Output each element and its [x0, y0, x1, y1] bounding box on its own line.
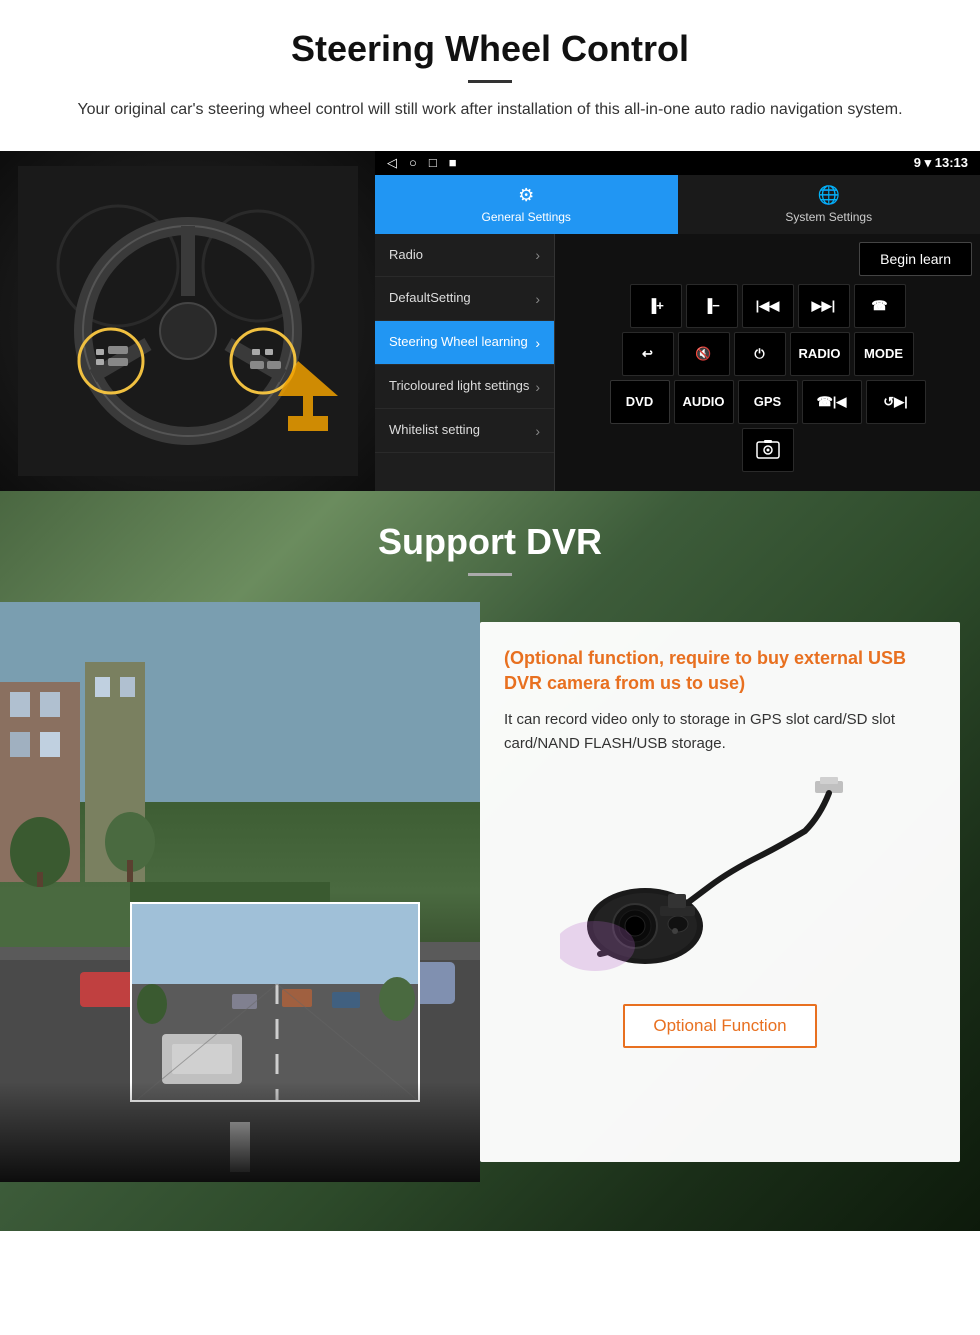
- menu-steering-label: Steering Wheel learning: [389, 334, 528, 351]
- dvr-left-photo: [0, 602, 480, 1182]
- mode-label: MODE: [864, 346, 903, 361]
- dvr-title: Support DVR: [40, 521, 940, 563]
- dvr-title-area: Support DVR: [0, 491, 980, 592]
- vol-plus-btn[interactable]: ▐+: [630, 284, 682, 328]
- dvr-camera-svg: [560, 776, 880, 976]
- control-row-3: DVD AUDIO GPS ☎|◀ ↺▶|: [563, 380, 972, 424]
- phone-prev-icon: ☎|◀: [817, 394, 847, 410]
- title-divider: [468, 80, 512, 83]
- vol-minus-btn[interactable]: ▐−: [686, 284, 738, 328]
- menu-radio-label: Radio: [389, 247, 423, 264]
- mute-icon: 🔇: [695, 346, 711, 362]
- menu-whitelist-label: Whitelist setting: [389, 422, 480, 439]
- radio-label: RADIO: [799, 346, 841, 361]
- android-ui: ◁ ○ □ ■ 9 ▾ 13:13 ⚙ General Settings 🌐 S…: [375, 151, 980, 491]
- section1-header: Steering Wheel Control Your original car…: [0, 0, 980, 133]
- android-tabs: ⚙ General Settings 🌐 System Settings: [375, 175, 980, 234]
- screenshot-icon: [756, 440, 780, 460]
- vol-plus-icon: ▐+: [647, 298, 664, 313]
- menu-item-steering[interactable]: Steering Wheel learning ›: [375, 321, 554, 365]
- audio-label: AUDIO: [683, 394, 725, 409]
- audio-btn[interactable]: AUDIO: [674, 380, 734, 424]
- statusbar-time: 9 ▾ 13:13: [914, 155, 968, 171]
- dvr-overlay: Support DVR: [0, 491, 980, 1212]
- dvr-inset-photo: [130, 902, 420, 1102]
- prev-icon: |◀◀: [756, 298, 780, 314]
- chevron-icon: ›: [535, 379, 540, 395]
- mode-btn[interactable]: MODE: [854, 332, 914, 376]
- android-content: Radio › DefaultSetting › Steering Wheel …: [375, 234, 980, 491]
- radio-btn[interactable]: RADIO: [790, 332, 850, 376]
- begin-learn-row: Begin learn: [563, 242, 972, 276]
- dvr-street-scene: [0, 602, 480, 1182]
- power-btn[interactable]: ⏻: [734, 332, 786, 376]
- dvd-label: DVD: [626, 394, 653, 409]
- control-row-4: [563, 428, 972, 472]
- optional-function-button[interactable]: Optional Function: [623, 1004, 816, 1048]
- vol-minus-icon: ▐−: [703, 298, 720, 313]
- chevron-icon: ›: [535, 291, 540, 307]
- power-icon: ⏻: [754, 346, 764, 362]
- tab-system-label: System Settings: [785, 210, 872, 224]
- menu-item-whitelist[interactable]: Whitelist setting ›: [375, 409, 554, 453]
- settings-icon: ⚙: [518, 185, 534, 206]
- back-icon2: ↩: [642, 346, 653, 362]
- steering-panel: ◁ ○ □ ■ 9 ▾ 13:13 ⚙ General Settings 🌐 S…: [0, 151, 980, 491]
- begin-learn-button[interactable]: Begin learn: [859, 242, 972, 276]
- dvr-divider: [468, 573, 512, 576]
- optional-function-btn-container: Optional Function: [504, 996, 936, 1048]
- dvr-section: Support DVR: [0, 491, 980, 1231]
- section1-title: Steering Wheel Control: [40, 28, 940, 70]
- dvr-camera-area: [504, 776, 936, 976]
- menu-item-tricoloured[interactable]: Tricoloured light settings ›: [375, 365, 554, 409]
- menu-item-radio[interactable]: Radio ›: [375, 234, 554, 278]
- control-row-1: ▐+ ▐− |◀◀ ▶▶| ☎: [563, 284, 972, 328]
- dvr-info-panel: (Optional function, require to buy exter…: [480, 622, 960, 1162]
- rotate-next-icon: ↺▶|: [883, 394, 908, 410]
- dvr-feed-svg: [132, 904, 420, 1102]
- control-panel: Begin learn ▐+ ▐− |◀◀ ▶▶| ☎ ↩ 🔇 ⏻ RADIO …: [555, 234, 980, 491]
- chevron-icon: ›: [535, 423, 540, 439]
- chevron-icon: ›: [535, 335, 540, 351]
- android-statusbar: ◁ ○ □ ■ 9 ▾ 13:13: [375, 151, 980, 175]
- chevron-icon: ›: [535, 247, 540, 263]
- screenshot-btn[interactable]: [742, 428, 794, 472]
- phone-btn[interactable]: ☎: [854, 284, 906, 328]
- menu-tricoloured-label: Tricoloured light settings: [389, 378, 529, 395]
- mute-btn[interactable]: 🔇: [678, 332, 730, 376]
- next-icon: ▶▶|: [812, 298, 836, 314]
- prev-btn[interactable]: |◀◀: [742, 284, 794, 328]
- menu-icon[interactable]: ■: [449, 155, 457, 170]
- phone-icon: ☎: [871, 298, 887, 314]
- tab-general-settings[interactable]: ⚙ General Settings: [375, 175, 678, 234]
- back-icon[interactable]: ◁: [387, 155, 397, 171]
- steering-photo: [0, 151, 375, 491]
- tab-general-label: General Settings: [482, 210, 571, 224]
- dvr-description: It can record video only to storage in G…: [504, 708, 936, 756]
- dvd-btn[interactable]: DVD: [610, 380, 670, 424]
- rotate-next-btn[interactable]: ↺▶|: [866, 380, 926, 424]
- home-icon[interactable]: ○: [409, 155, 417, 170]
- dvr-optional-title: (Optional function, require to buy exter…: [504, 646, 936, 696]
- next-btn[interactable]: ▶▶|: [798, 284, 850, 328]
- back-btn[interactable]: ↩: [622, 332, 674, 376]
- gps-btn[interactable]: GPS: [738, 380, 798, 424]
- tab-system-settings[interactable]: 🌐 System Settings: [678, 175, 980, 234]
- menu-default-label: DefaultSetting: [389, 290, 471, 307]
- recents-icon[interactable]: □: [429, 155, 437, 170]
- system-icon: 🌐: [818, 185, 840, 206]
- section1-subtitle: Your original car's steering wheel contr…: [60, 97, 920, 123]
- steering-wheel-svg: [18, 166, 358, 476]
- gps-label: GPS: [754, 394, 781, 409]
- control-row-2: ↩ 🔇 ⏻ RADIO MODE: [563, 332, 972, 376]
- menu-item-defaultsetting[interactable]: DefaultSetting ›: [375, 277, 554, 321]
- menu-list: Radio › DefaultSetting › Steering Wheel …: [375, 234, 555, 491]
- phone-prev-btn[interactable]: ☎|◀: [802, 380, 862, 424]
- dvr-body: (Optional function, require to buy exter…: [0, 592, 980, 1212]
- statusbar-nav: ◁ ○ □ ■: [387, 155, 457, 171]
